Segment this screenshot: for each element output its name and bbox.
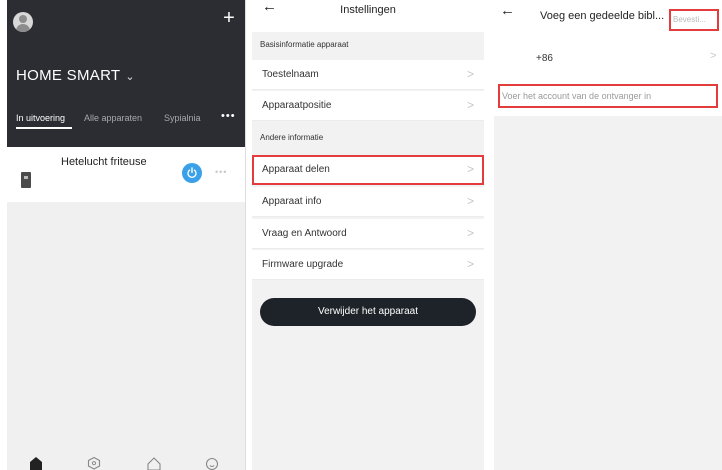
scene-icon[interactable] xyxy=(147,456,161,470)
row-label: Apparaatpositie xyxy=(262,100,332,111)
row-device-name[interactable]: Toestelnaam > xyxy=(252,60,484,90)
chevron-right-icon: > xyxy=(466,194,474,208)
row-label: Apparaat delen xyxy=(262,164,330,175)
settings-header: ← Instellingen xyxy=(252,0,484,32)
room-tabs: In uitvoering Alle apparaten Sypialnia •… xyxy=(16,110,241,129)
device-name: Hetelucht friteuse xyxy=(61,156,147,168)
active-tab-indicator xyxy=(16,127,72,129)
home-header: + HOME SMART ⌄ In uitvoering Alle apparat… xyxy=(7,0,245,147)
row-share-device[interactable]: Apparaat delen > xyxy=(252,155,484,185)
bottom-nav xyxy=(7,450,245,470)
chevron-right-icon: > xyxy=(466,162,474,176)
section-basic-info: Basisinformatie apparaat xyxy=(260,40,349,49)
back-arrow-icon[interactable]: ← xyxy=(500,2,515,19)
home-screen: + HOME SMART ⌄ In uitvoering Alle apparat… xyxy=(7,0,246,470)
chevron-right-icon: > xyxy=(710,50,717,62)
remove-device-button[interactable]: Verwijder het apparaat xyxy=(260,298,476,326)
home-selector[interactable]: HOME SMART ⌄ xyxy=(16,67,135,84)
profile-icon[interactable] xyxy=(205,456,219,470)
chevron-right-icon: > xyxy=(466,67,474,81)
chevron-right-icon: > xyxy=(466,257,474,271)
confirm-button[interactable]: Bevesti... xyxy=(669,9,719,31)
row-device-position[interactable]: Apparaatpositie > xyxy=(252,91,484,121)
country-code-selector[interactable]: +86 xyxy=(536,53,553,64)
chevron-down-icon: ⌄ xyxy=(125,71,135,83)
tab-sypialnia[interactable]: Sypialnia xyxy=(164,113,201,123)
row-label: Apparaat info xyxy=(262,196,322,207)
device-card[interactable]: Hetelucht friteuse ••• xyxy=(7,147,245,202)
device-more-button[interactable]: ••• xyxy=(215,167,227,177)
account-input[interactable]: Voer het account van de ontvanger in xyxy=(498,84,718,108)
settings-screen: ← Instellingen Basisinformatie apparaat … xyxy=(252,0,484,470)
tabs-more-button[interactable]: ••• xyxy=(221,110,236,122)
section-other-info: Andere informatie xyxy=(260,133,324,142)
power-button[interactable] xyxy=(182,163,202,183)
page-title: Instellingen xyxy=(340,4,396,16)
tab-in-progress[interactable]: In uitvoering xyxy=(16,113,65,123)
tab-all-devices[interactable]: Alle apparaten xyxy=(84,113,142,123)
chevron-right-icon: > xyxy=(466,98,474,112)
chevron-right-icon: > xyxy=(466,226,474,240)
row-label: Firmware upgrade xyxy=(262,259,344,270)
share-screen: ← Voeg een gedeelde bibl... Bevesti... +… xyxy=(494,0,722,470)
fryer-icon xyxy=(21,172,31,188)
smart-icon[interactable] xyxy=(87,456,101,470)
row-device-info[interactable]: Apparaat info > xyxy=(252,187,484,217)
share-header: ← Voeg een gedeelde bibl... Bevesti... xyxy=(494,0,722,36)
row-label: Toestelnaam xyxy=(262,69,319,80)
home-title: HOME SMART xyxy=(16,67,121,84)
avatar[interactable] xyxy=(13,12,33,32)
home-icon[interactable] xyxy=(29,456,43,470)
page-title: Voeg een gedeelde bibl... xyxy=(540,10,665,22)
row-firmware-upgrade[interactable]: Firmware upgrade > xyxy=(252,250,484,280)
power-icon xyxy=(187,167,197,179)
add-device-button[interactable]: + xyxy=(219,8,239,28)
row-label: Vraag en Antwoord xyxy=(262,228,347,239)
row-faq[interactable]: Vraag en Antwoord > xyxy=(252,219,484,249)
